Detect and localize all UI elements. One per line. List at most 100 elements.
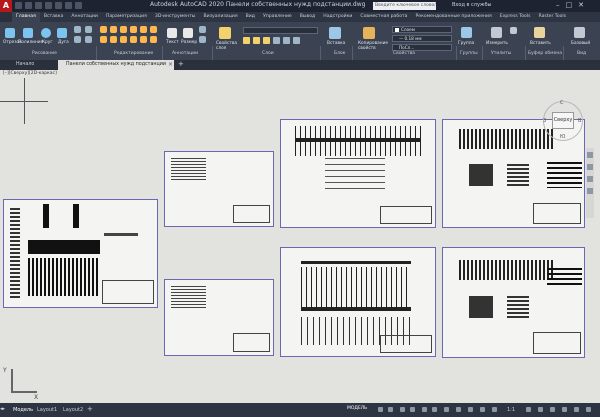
model-space-button[interactable]: МОДЕЛЬ (347, 406, 367, 411)
text-button[interactable]: Текст (166, 40, 179, 45)
signin-button[interactable]: Вход в службы (452, 2, 491, 8)
table-icon[interactable] (199, 36, 206, 43)
match-properties-button[interactable]: Копирование свойств (358, 41, 388, 51)
close-tab-icon[interactable]: × (168, 61, 173, 68)
stretch-icon[interactable] (140, 26, 147, 33)
minimize-button[interactable]: – (556, 1, 560, 9)
line-icon[interactable] (5, 28, 15, 38)
tab-home[interactable]: Главная (12, 12, 40, 22)
group-label-clipboard[interactable]: Буфер обмена (528, 51, 562, 56)
trim-icon[interactable] (120, 26, 127, 33)
drawing-sheet[interactable] (164, 279, 274, 356)
tab-addins[interactable]: Надстройки (319, 12, 356, 22)
base-view-icon[interactable] (574, 27, 585, 38)
group-label-view[interactable]: Вид (577, 51, 586, 56)
snap-icon[interactable] (388, 407, 393, 412)
dimension-icon[interactable] (183, 28, 193, 38)
group-label-draw[interactable]: Рисование (32, 51, 57, 56)
compass-west[interactable]: З (543, 118, 546, 124)
group-label-block[interactable]: Блок (334, 51, 345, 56)
tab-raster-tools[interactable]: Raster Tools (535, 12, 571, 22)
annotation-monitor-icon[interactable] (538, 407, 543, 412)
insert-block-icon[interactable] (329, 27, 341, 39)
new-layout-icon[interactable]: + (87, 405, 93, 413)
layer-match-icon[interactable] (273, 37, 280, 44)
drawing-sheet[interactable] (280, 247, 436, 357)
group-label-groups[interactable]: Группы (460, 51, 478, 56)
dimension-button[interactable]: Размер (181, 40, 197, 45)
tab-manage[interactable]: Управление (259, 12, 296, 22)
rotate-icon[interactable] (110, 26, 117, 33)
new-file-icon[interactable] (15, 2, 22, 9)
group-button[interactable]: Группа (458, 41, 474, 46)
polyline-button[interactable]: Полилиния (18, 40, 43, 45)
text-icon[interactable] (167, 28, 177, 38)
group-label-layers[interactable]: Слои (262, 51, 274, 56)
search-input[interactable]: Введите ключевое слово/фразу (373, 2, 436, 10)
linetype-dropdown[interactable]: ПоСл... (392, 44, 452, 51)
drawing-sheet[interactable] (442, 247, 585, 358)
offset-icon[interactable] (150, 36, 157, 43)
transparency-icon[interactable] (468, 407, 473, 412)
compass-south[interactable]: Ю (560, 134, 565, 140)
compass-north[interactable]: С (560, 100, 564, 106)
gradient-icon[interactable] (85, 36, 92, 43)
print-icon[interactable] (55, 2, 62, 9)
layer-isolate-icon[interactable] (283, 37, 290, 44)
lineweight-dropdown[interactable]: — 0.18 мм (392, 35, 452, 42)
annotation-visibility-icon[interactable] (492, 407, 497, 412)
layer-off-icon[interactable] (293, 37, 300, 44)
match-properties-icon[interactable] (363, 27, 375, 39)
tab-annotate[interactable]: Аннотации (67, 12, 102, 22)
group-label-modify[interactable]: Редактирование (114, 51, 153, 56)
layout-tab-model[interactable]: Модель (10, 405, 36, 415)
otrack-icon[interactable] (444, 407, 449, 412)
group-label-utilities[interactable]: Утилиты (491, 51, 511, 56)
compass-east[interactable]: В (578, 118, 581, 124)
pan-icon[interactable] (587, 164, 593, 170)
paste-button[interactable]: Вставить (530, 41, 551, 46)
base-view-button[interactable]: Базовый (571, 41, 590, 46)
layout-tab-layout2[interactable]: Layout2 (60, 405, 86, 415)
group-label-annotation[interactable]: Аннотации (172, 51, 198, 56)
drawing-canvas[interactable]: [–][Сверху][2D-каркас] Сверху С Ю З В Y … (0, 70, 600, 403)
save-icon[interactable] (35, 2, 42, 9)
fillet-icon[interactable] (120, 36, 127, 43)
ortho-icon[interactable] (400, 407, 405, 412)
mirror-icon[interactable] (110, 36, 117, 43)
tab-parametric[interactable]: Параметризация (102, 12, 151, 22)
leader-icon[interactable] (199, 26, 206, 33)
layer-dropdown[interactable] (243, 27, 318, 34)
close-button[interactable]: ✕ (578, 1, 584, 9)
file-tab-start[interactable]: Начало (8, 60, 42, 70)
circle-icon[interactable] (41, 28, 51, 38)
undo-icon[interactable] (65, 2, 72, 9)
zoom-icon[interactable] (587, 176, 593, 182)
color-dropdown[interactable]: Слоем (392, 26, 452, 33)
selection-cycling-icon[interactable] (480, 407, 485, 412)
layer-on-icon[interactable] (243, 37, 250, 44)
workspace-icon[interactable] (526, 407, 531, 412)
annotation-scale[interactable]: 1:1 (507, 407, 515, 413)
file-tab-drawing[interactable]: Панели собственных нужд подстанции (58, 60, 175, 70)
arc-icon[interactable] (57, 28, 67, 38)
layer-properties-icon[interactable] (219, 27, 231, 39)
drawing-sheet[interactable] (164, 151, 274, 227)
tab-view[interactable]: Вид (242, 12, 259, 22)
orbit-icon[interactable] (587, 188, 593, 194)
redo-icon[interactable] (75, 2, 82, 9)
layer-lock-icon[interactable] (263, 37, 270, 44)
tabs-menu-icon[interactable]: ◂▸ (0, 406, 5, 412)
tab-output[interactable]: Вывод (296, 12, 319, 22)
copy-icon[interactable] (100, 36, 107, 43)
ellipse-icon[interactable] (85, 26, 92, 33)
paste-icon[interactable] (534, 27, 545, 38)
arc-button[interactable]: Дуга (58, 40, 69, 45)
tab-express-tools[interactable]: Express Tools (496, 12, 535, 22)
viewcube-face-top[interactable]: Сверху (552, 112, 574, 129)
layout-tab-layout1[interactable]: Layout1 (34, 405, 60, 415)
group-label-properties[interactable]: Свойства (393, 51, 415, 56)
drawing-sheet[interactable] (3, 199, 158, 308)
drawing-sheet[interactable] (280, 119, 436, 228)
move-icon[interactable] (100, 26, 107, 33)
